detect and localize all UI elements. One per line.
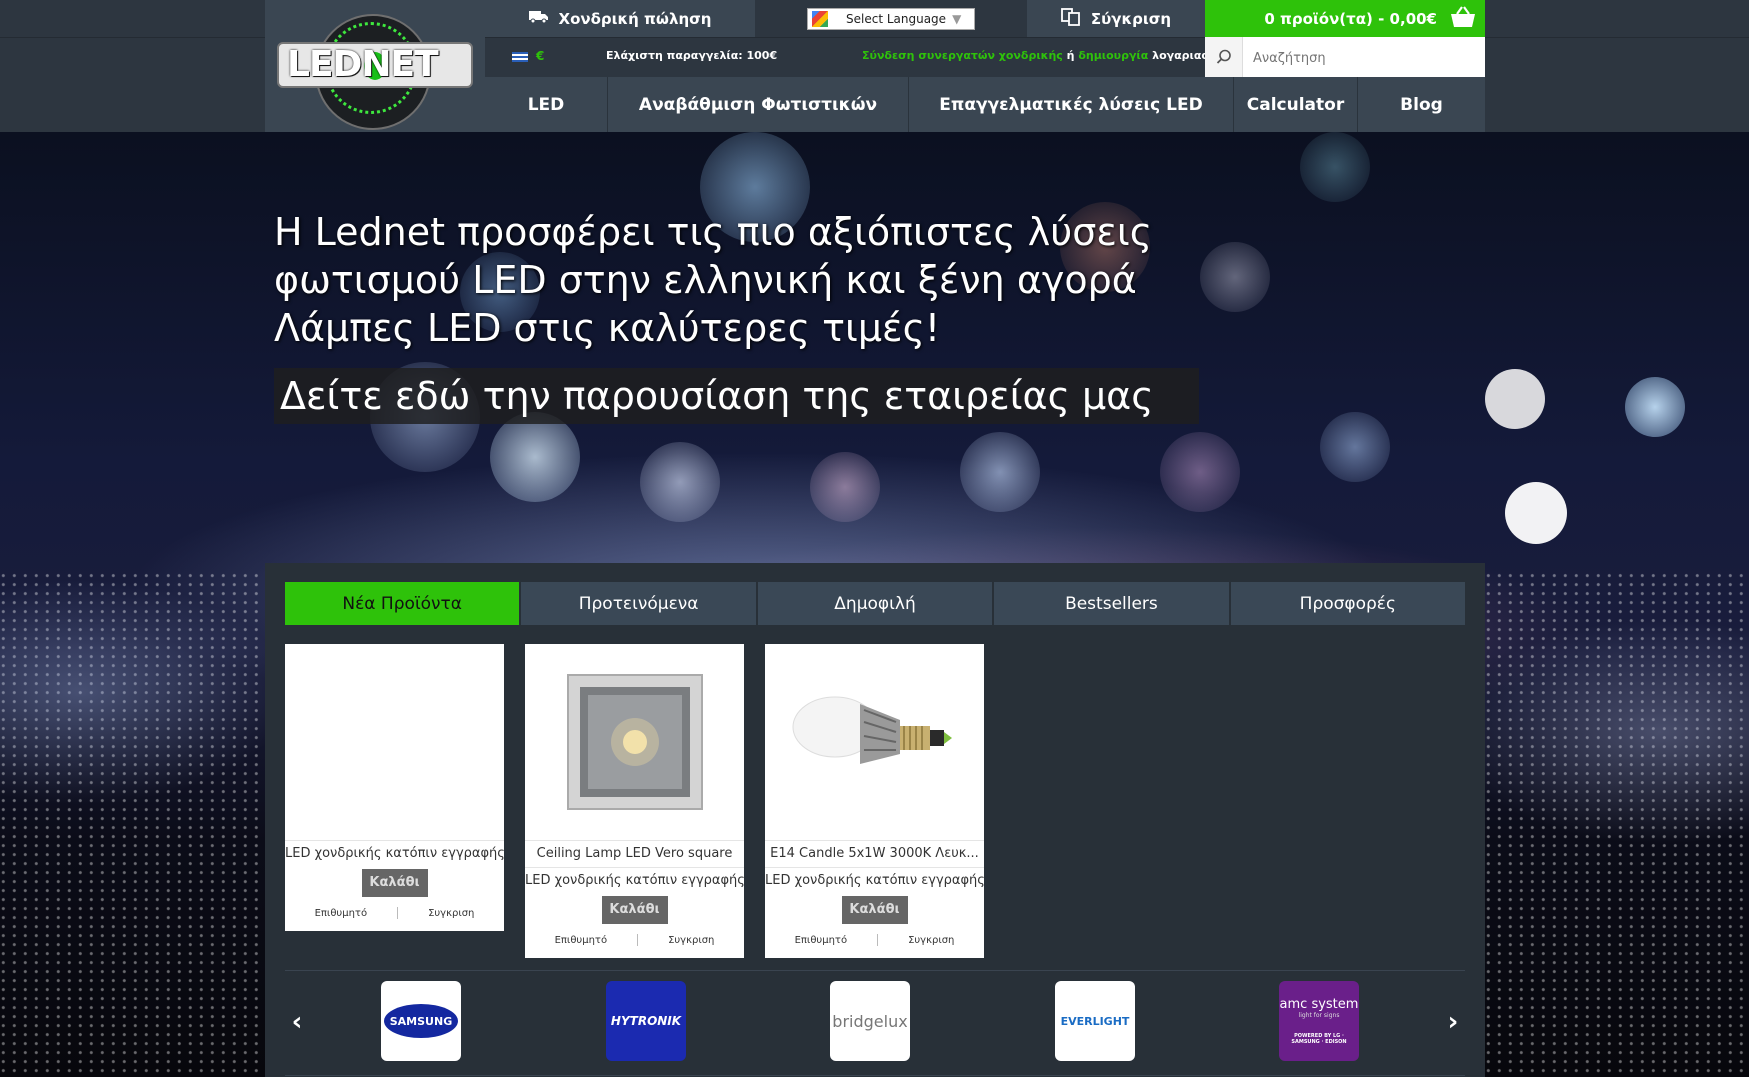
nav-item-upgrade-fixtures[interactable]: Αναβάθμιση Φωτιστικών bbox=[608, 77, 909, 132]
brand-logo-samsung[interactable]: SAMSUNG bbox=[381, 981, 461, 1061]
wholesale-login-note: LED χονδρικής κατόπιν εγγραφής bbox=[525, 867, 745, 894]
hero-headline[interactable]: Η Lednet προσφέρει τις πιο αξιόπιστες λύ… bbox=[274, 208, 1274, 352]
cart-summary: 0 προϊόν(τα) - 0,00€ bbox=[1264, 9, 1437, 28]
compare-button[interactable]: Σύγκριση bbox=[1027, 0, 1205, 37]
product-card: E14 Candle 5x1W 3000K Λευκ... LED χονδρι… bbox=[765, 644, 985, 958]
partner-login-text: Σύνδεση συνεργατών χονδρικής ή δημιουργί… bbox=[862, 49, 1238, 62]
main-navigation: LED Αναβάθμιση Φωτιστικών Επαγγελματικές… bbox=[485, 77, 1485, 132]
brand-logo-bridgelux[interactable]: bridgelux bbox=[830, 981, 910, 1061]
language-label: Select Language bbox=[846, 11, 947, 26]
currency-selector[interactable]: € bbox=[536, 49, 544, 63]
product-card: Ceiling Lamp LED Vero square LED χονδρικ… bbox=[525, 644, 745, 958]
bokeh-light bbox=[1320, 412, 1390, 482]
candle-bulb-image bbox=[792, 696, 952, 764]
bokeh-light bbox=[1160, 432, 1240, 512]
ceiling-lamp-image bbox=[566, 674, 703, 810]
compare-label: Σύγκριση bbox=[1090, 9, 1172, 28]
basket-icon bbox=[1449, 6, 1477, 28]
product-name[interactable]: E14 Candle 5x1W 3000K Λευκ... bbox=[765, 840, 984, 867]
cart-button[interactable]: 0 προϊόν(τα) - 0,00€ bbox=[1205, 0, 1485, 37]
product-tabs: Νέα Προϊόντα Προτεινόμενα Δημοφιλή Bests… bbox=[285, 582, 1466, 625]
compare-link[interactable]: Συγκριση bbox=[668, 935, 714, 946]
wholesale-login-note: LED χονδρικής κατόπιν εγγραφής bbox=[765, 867, 985, 894]
bokeh-light bbox=[1625, 377, 1685, 437]
brand-logo-amc-system[interactable]: amc system light for signs POWERED BY LG… bbox=[1279, 981, 1359, 1061]
wholesale-label: Χονδρική πώληση bbox=[558, 9, 712, 28]
product-card: LED χονδρικής κατόπιν εγγραφής Καλάθι Επ… bbox=[285, 644, 505, 931]
bokeh-light bbox=[960, 432, 1040, 512]
search-bar bbox=[1205, 37, 1485, 79]
bokeh-light bbox=[1505, 482, 1567, 544]
search-button[interactable] bbox=[1205, 37, 1244, 77]
truck-icon bbox=[528, 10, 549, 28]
search-input[interactable] bbox=[1243, 37, 1485, 79]
google-translate-icon bbox=[812, 10, 828, 27]
tab-popular[interactable]: Δημοφιλή bbox=[757, 582, 993, 625]
tab-bestsellers[interactable]: Bestsellers bbox=[994, 582, 1229, 625]
wishlist-link[interactable]: Επιθυμητό bbox=[795, 935, 847, 946]
carousel-next-arrow[interactable]: › bbox=[1443, 1007, 1463, 1037]
brand-logo-hytronik[interactable]: HYTRONIK bbox=[606, 981, 686, 1061]
partner-login-link[interactable]: Σύνδεση συνεργατών χονδρικής bbox=[862, 49, 1063, 62]
nav-item-professional-led[interactable]: Επαγγελματικές λύσεις LED bbox=[909, 77, 1234, 132]
min-order-text: Ελάχιστη παραγγελία: 100€ bbox=[606, 49, 778, 62]
wholesale-login-note: LED χονδρικής κατόπιν εγγραφής bbox=[285, 840, 505, 867]
logo-text: LEDNET bbox=[287, 44, 439, 85]
tab-offers[interactable]: Προσφορές bbox=[1230, 582, 1466, 625]
language-select[interactable]: Select Language ▼ bbox=[807, 7, 975, 30]
wholesale-button[interactable]: Χονδρική πώληση bbox=[485, 0, 755, 37]
product-name[interactable]: Ceiling Lamp LED Vero square bbox=[525, 840, 744, 867]
tab-new-products[interactable]: Νέα Προϊόντα bbox=[285, 582, 520, 625]
language-area: Select Language ▼ bbox=[755, 0, 1027, 37]
product-image[interactable] bbox=[285, 644, 504, 840]
products-panel: Νέα Προϊόντα Προτεινόμενα Δημοφιλή Bests… bbox=[265, 563, 1485, 1077]
compare-link[interactable]: Συγκριση bbox=[428, 908, 474, 919]
product-image[interactable] bbox=[765, 644, 984, 840]
greek-flag-icon[interactable] bbox=[512, 52, 528, 62]
nav-item-blog[interactable]: Blog bbox=[1358, 77, 1485, 132]
bokeh-light bbox=[640, 442, 720, 522]
compare-icon bbox=[1060, 7, 1081, 30]
bokeh-light bbox=[810, 452, 880, 522]
bokeh-light bbox=[490, 412, 580, 502]
add-to-cart-button[interactable]: Καλάθι bbox=[841, 896, 908, 924]
brands-carousel: ‹ › SAMSUNG HYTRONIK bridgelux EVERLIGHT… bbox=[285, 970, 1465, 1076]
bokeh-light bbox=[1485, 369, 1545, 429]
tab-featured[interactable]: Προτεινόμενα bbox=[521, 582, 756, 625]
compare-link[interactable]: Συγκριση bbox=[908, 935, 954, 946]
nav-item-led[interactable]: LED bbox=[485, 77, 608, 132]
partner-create-link[interactable]: δημιουργία bbox=[1078, 49, 1148, 62]
site-logo[interactable]: LEDNET bbox=[265, 0, 485, 132]
language-dropdown-arrow: ▼ bbox=[952, 11, 962, 26]
company-presentation-link[interactable]: Δείτε εδώ την παρουσίαση της εταιρείας μ… bbox=[274, 368, 1199, 424]
brand-logo-everlight[interactable]: EVERLIGHT bbox=[1055, 981, 1135, 1061]
wishlist-link[interactable]: Επιθυμητό bbox=[555, 935, 607, 946]
wishlist-link[interactable]: Επιθυμητό bbox=[315, 908, 367, 919]
search-icon bbox=[1216, 49, 1231, 64]
carousel-prev-arrow[interactable]: ‹ bbox=[287, 1007, 307, 1037]
add-to-cart-button[interactable]: Καλάθι bbox=[601, 896, 668, 924]
product-image[interactable] bbox=[525, 644, 744, 840]
nav-item-calculator[interactable]: Calculator bbox=[1234, 77, 1358, 132]
bokeh-light bbox=[1300, 132, 1370, 202]
add-to-cart-button[interactable]: Καλάθι bbox=[361, 869, 428, 897]
